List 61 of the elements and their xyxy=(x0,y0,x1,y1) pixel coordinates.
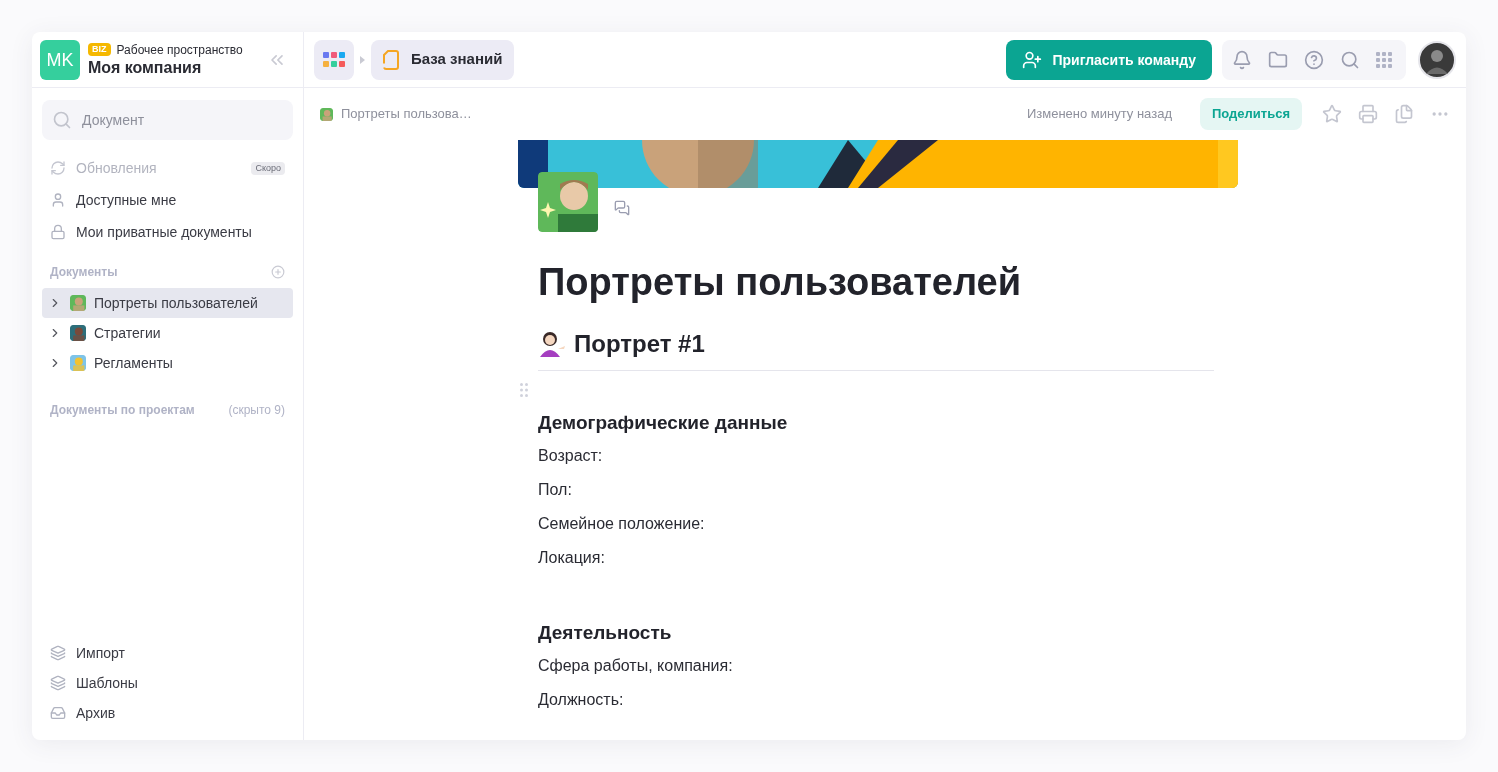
layers-icon xyxy=(50,645,66,661)
workspace-label: Рабочее пространство xyxy=(116,41,243,58)
section-header: Документы по проектам xyxy=(50,402,195,418)
inbox-icon xyxy=(50,705,66,721)
document-item[interactable]: Регламенты xyxy=(42,348,293,378)
modified-text: Изменено минуту назад xyxy=(1026,105,1172,124)
drag-handle-icon[interactable] xyxy=(520,383,528,397)
document-item[interactable]: Стратегии xyxy=(42,318,293,348)
field-label: Пол: xyxy=(538,480,573,500)
user-plus-icon xyxy=(1022,49,1043,70)
search-icon[interactable] xyxy=(1340,49,1360,70)
footer-item[interactable]: Импорт xyxy=(42,638,293,668)
search-field[interactable]: Документ xyxy=(42,100,293,140)
user-icon xyxy=(50,192,66,208)
footer-label: Шаблоны xyxy=(76,674,138,693)
document-label: Регламенты xyxy=(94,354,173,373)
apps-grid-icon xyxy=(322,51,346,68)
user-avatar[interactable] xyxy=(1418,40,1456,79)
lock-icon xyxy=(50,224,66,240)
comments-icon[interactable] xyxy=(614,200,630,216)
refresh-icon xyxy=(50,160,66,176)
apps-icon[interactable] xyxy=(1376,51,1392,68)
apps-button[interactable] xyxy=(314,39,354,80)
document-icon xyxy=(383,49,399,70)
breadcrumb-tab[interactable]: База знаний xyxy=(371,39,515,80)
caret-icon xyxy=(360,55,365,64)
nav-label: Мои приватные документы xyxy=(76,223,253,242)
nav-label: Доступные мне xyxy=(76,191,178,210)
help-icon[interactable] xyxy=(1304,49,1324,70)
folder-icon[interactable] xyxy=(1268,49,1288,70)
document-title: Портреты пользователей xyxy=(538,260,1023,305)
field-label: Должность: xyxy=(538,690,625,710)
nav-label: Обновления xyxy=(76,159,158,178)
field-label: Локация: xyxy=(538,548,606,568)
block-heading: Деятельность xyxy=(538,621,673,645)
footer-item[interactable]: Шаблоны xyxy=(42,668,293,698)
block-heading: Демографические данные xyxy=(538,411,789,435)
document-label: Стратегии xyxy=(94,324,161,343)
footer-label: Импорт xyxy=(76,644,125,663)
layers-icon xyxy=(50,675,66,691)
star-icon[interactable] xyxy=(1322,104,1342,124)
copy-icon[interactable] xyxy=(1394,104,1414,124)
section-heading: Портрет #1 xyxy=(574,329,705,359)
document-item[interactable]: Портреты пользователей xyxy=(42,288,293,318)
add-icon[interactable] xyxy=(271,265,285,279)
workspace-name: Моя компания xyxy=(88,57,203,78)
bell-icon[interactable] xyxy=(1232,49,1252,70)
nav-item[interactable]: Доступные мне xyxy=(42,184,293,216)
search-icon xyxy=(52,110,72,130)
document-label: Портреты пользователей xyxy=(94,294,258,313)
field-label: Семейное положение: xyxy=(538,514,706,534)
field-label: Возраст: xyxy=(538,446,604,466)
soon-badge: Скоро xyxy=(251,161,285,175)
plan-badge: BIZ xyxy=(88,43,111,56)
footer-item[interactable]: Архив xyxy=(42,698,293,728)
field-label: Сфера работы, компания: xyxy=(538,656,734,676)
nav-item[interactable]: Мои приватные документы xyxy=(42,216,293,248)
person-icon xyxy=(538,331,566,357)
footer-label: Архив xyxy=(76,704,116,723)
section-header: Документы xyxy=(50,264,118,280)
print-icon[interactable] xyxy=(1358,104,1378,124)
